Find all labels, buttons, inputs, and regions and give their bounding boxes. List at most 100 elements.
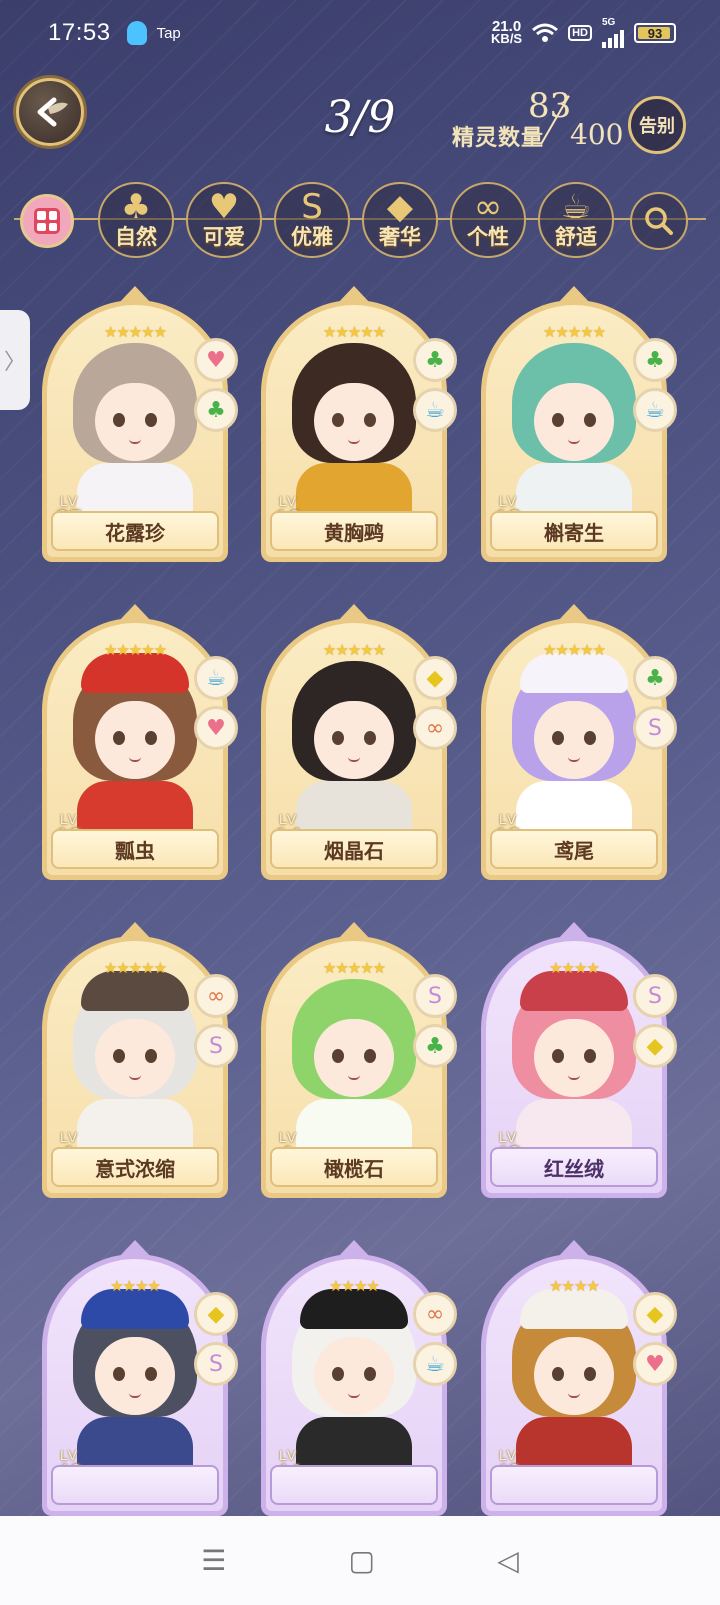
trait-badge-icon: S [194,1024,238,1068]
filter-personality[interactable]: ∞ 个性 [450,182,526,258]
filter-elegant[interactable]: S 优雅 [274,182,350,258]
signal-icon [602,28,624,48]
side-drawer-handle[interactable]: 〉 [0,310,30,410]
character-portrait [274,971,434,1155]
spirit-card[interactable]: ★★★★ LV 48 红丝绒 S ◆ [481,922,677,1198]
status-indicators: 21.0 KB/S HD 5G 93 [491,18,676,48]
trait-badge-icon: ◆ [633,1292,677,1336]
card-inner: ★★★★★ LV 18 槲寄生 [486,305,662,557]
character-portrait [494,335,654,519]
rarity-stars: ★★★★★ [322,959,386,977]
page-indicator: 3/9 [324,92,396,143]
trait-badge-icon: S [194,1342,238,1386]
character-portrait [274,1289,434,1473]
trait-badge-icon: ☕ [413,388,457,432]
search-button[interactable] [630,192,688,250]
character-name: 瓢虫 [51,829,219,869]
filter-all-button[interactable] [20,194,74,248]
card-inner: ★★★★ LV 40 [486,1259,662,1511]
back-button[interactable] [16,78,84,146]
spirit-card[interactable]: ★★★★★ LV 18 槲寄生 ♣ ☕ [481,286,677,562]
character-name: 红丝绒 [490,1147,658,1187]
rarity-stars: ★★★★★ [542,641,606,659]
card-frame: ★★★★★ LV 1 意式浓缩 [42,936,228,1198]
status-time: 17:53 [48,19,111,46]
tap-label: Tap [156,24,181,42]
net-speed: 21.0 KB/S [491,19,522,45]
filter-comfort[interactable]: ☕ 舒适 [538,182,614,258]
trait-badge-icon: ∞ [413,1292,457,1336]
farewell-button[interactable]: 告别 [628,96,686,154]
category-filter-bar: ♣ 自然 ♥ 可爱 S 优雅 ◆ 奢华 ∞ 个性 ☕ 舒适 [0,178,720,266]
spirit-card[interactable]: ★★★★★ LV 18 瓢虫 ☕ ♥ [42,604,238,880]
trait-badge-icon: S [633,706,677,750]
spirit-card[interactable]: ★★★★★ LV 1 意式浓缩 ∞ S [42,922,238,1198]
card-inner: ★★★★★ LV 1 意式浓缩 [47,941,223,1193]
filter-label: 可爱 [203,225,245,249]
glasses-icon: ∞ [473,187,503,227]
clover-icon: ♣ [120,187,152,227]
card-frame: ★★★★ LV 44 [261,1254,447,1516]
character-name: 烟晶石 [270,829,438,869]
character-name: 鸢尾 [490,829,658,869]
filter-label: 自然 [115,225,157,249]
card-inner: ★★★★ LV 44 [266,1259,442,1511]
rarity-stars: ★★★★ [110,1277,161,1295]
trait-badge-icon: S [633,974,677,1018]
trait-badge-icon: ♣ [413,338,457,382]
character-portrait [55,971,215,1155]
spirit-card[interactable]: ★★★★ LV 46 ◆ S [42,1240,238,1516]
trait-badge-icon: ♥ [194,338,238,382]
chevron-right-icon: 〉 [3,350,26,375]
character-name: 橄榄石 [270,1147,438,1187]
card-inner: ★★★★★ LV 25 花露珍 [47,305,223,557]
search-icon [645,207,673,235]
card-inner: ★★★★★ LV 18 瓢虫 [47,623,223,875]
count-total: 400 [570,118,624,151]
spirit-card[interactable]: ★★★★★ LV 25 花露珍 ♥ ♣ [42,286,238,562]
card-inner: ★★★★★ LV 14 烟晶石 [266,623,442,875]
filter-nature[interactable]: ♣ 自然 [98,182,174,258]
home-icon[interactable]: ▢ [349,1544,375,1577]
card-inner: ★★★★★ LV 1 橄榄石 [266,941,442,1193]
trait-badge-icon: ∞ [194,974,238,1018]
character-name: 槲寄生 [490,511,658,551]
spirit-card[interactable]: ★★★★ LV 44 ∞ ☕ [261,1240,457,1516]
card-frame: ★★★★★ LV 14 烟晶石 [261,618,447,880]
farewell-label: 告别 [639,116,675,137]
filter-cute[interactable]: ♥ 可爱 [186,182,262,258]
rarity-stars: ★★★★★ [322,323,386,341]
card-inner: ★★★★ LV 46 [47,1259,223,1511]
back-arrow-icon [37,97,68,127]
card-frame: ★★★★★ LV 10 鸢尾 [481,618,667,880]
back-triangle-icon[interactable]: ◁ [497,1544,519,1577]
character-name: 花露珍 [51,511,219,551]
spirit-card[interactable]: ★★★★ LV 40 ◆ ♥ [481,1240,677,1516]
rarity-stars: ★★★★ [329,1277,380,1295]
card-frame: ★★★★ LV 48 红丝绒 [481,936,667,1198]
trait-badge-icon: ♣ [413,1024,457,1068]
menu-icon[interactable]: ☰ [201,1544,226,1577]
card-frame: ★★★★★ LV 18 黄胸鹀 [261,300,447,562]
battery-percent: 93 [647,25,663,41]
spirit-card[interactable]: ★★★★★ LV 14 烟晶石 ◆ ∞ [261,604,457,880]
battery-icon: 93 [634,23,676,43]
spirit-card[interactable]: ★★★★★ LV 10 鸢尾 ♣ S [481,604,677,880]
network-type: 5G [602,17,616,28]
rarity-stars: ★★★★★ [542,323,606,341]
spirit-card[interactable]: ★★★★★ LV 18 黄胸鹀 ♣ ☕ [261,286,457,562]
card-inner: ★★★★★ LV 18 黄胸鹀 [266,305,442,557]
card-frame: ★★★★ LV 46 [42,1254,228,1516]
trait-badge-icon: ◆ [633,1024,677,1068]
filter-label: 个性 [467,225,509,249]
character-name [270,1465,438,1505]
grid-icon [34,208,60,234]
filter-label: 奢华 [379,225,421,249]
rarity-stars: ★★★★★ [103,959,167,977]
spirit-card[interactable]: ★★★★★ LV 1 橄榄石 S ♣ [261,922,457,1198]
qq-icon [126,21,147,45]
swan-icon: S [301,187,323,227]
filter-luxury[interactable]: ◆ 奢华 [362,182,438,258]
trait-badge-icon: ☕ [633,388,677,432]
system-nav-bar: ☰ ▢ ◁ [0,1516,720,1605]
